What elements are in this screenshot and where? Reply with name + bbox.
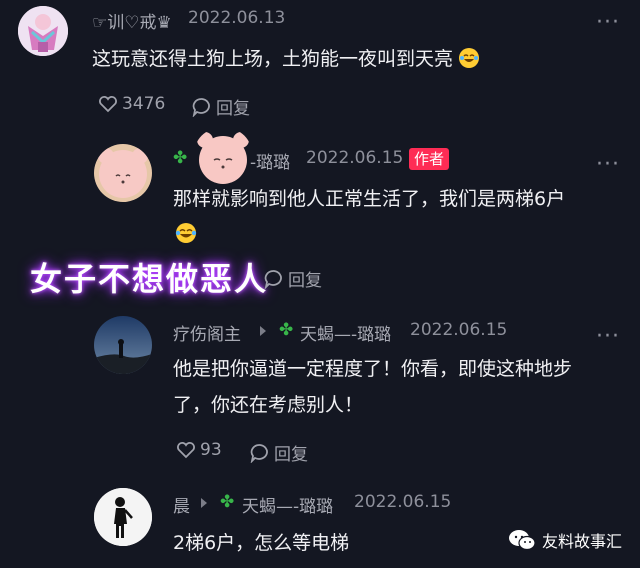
reply-label: 回复 [274, 445, 308, 465]
author-badge: 作者 [409, 148, 450, 170]
comment-date: 2022.06.13 [188, 8, 286, 28]
reply-button[interactable]: 回复 [250, 440, 308, 465]
reply-to-arrow-icon [260, 326, 266, 336]
comment-username[interactable]: 晨 [173, 492, 190, 517]
clover-icon: ✤ [220, 492, 235, 512]
reply-to-username[interactable]: 天蝎—-璐璐 [300, 320, 391, 345]
comment-username[interactable]: 疗伤阁主 [173, 320, 241, 345]
avatar[interactable] [94, 488, 152, 546]
avatar[interactable] [18, 6, 68, 56]
comment-text: 这玩意还得土狗上场，土狗能一夜叫到天亮 [92, 40, 480, 78]
clover-icon: ✤ [173, 148, 188, 168]
reply-button[interactable]: 回复 [264, 266, 322, 291]
more-options-icon[interactable]: ··· [596, 154, 620, 176]
comment-username[interactable]: ☞训♡戒♛ [92, 8, 172, 33]
reply-bubble-icon [264, 269, 282, 289]
reply-button[interactable]: 回复 [192, 94, 250, 119]
avatar[interactable] [94, 316, 152, 374]
reply-label: 回复 [288, 271, 322, 291]
comment-text: 那样就影响到他人正常生活了，我们是两梯6户 [173, 188, 566, 210]
reply-to-arrow-icon [201, 498, 207, 508]
reply-to-username[interactable]: 天蝎—-璐璐 [242, 492, 333, 517]
like-button[interactable]: 3476 [98, 94, 165, 114]
like-button[interactable]: 93 [176, 440, 222, 460]
crying-laughing-emoji-icon [175, 222, 197, 244]
reply-bubble-icon [192, 97, 210, 117]
heart-icon [177, 442, 195, 459]
like-count: 3476 [122, 94, 166, 114]
more-options-icon[interactable]: ··· [596, 326, 620, 348]
comment-text: 他是把你逼道一定程度了！你看，即使这种地步 [173, 358, 573, 380]
crying-laughing-emoji-icon [459, 48, 480, 68]
heart-icon [99, 96, 117, 113]
comment-text: 2梯6户，怎么等电梯 [173, 532, 350, 554]
watermark: 友料故事汇 [508, 528, 622, 552]
comment-text: 了，你还在考虑别人！ [173, 394, 364, 416]
watermark-text: 友料故事汇 [542, 532, 623, 551]
more-options-icon[interactable]: ··· [596, 12, 620, 34]
comment-date: 2022.06.15 [410, 320, 508, 340]
comment-text-body: 这玩意还得土狗上场，土狗能一夜叫到天亮 [92, 48, 454, 70]
username-sticker [194, 128, 252, 186]
reply-bubble-icon [250, 443, 268, 463]
overlay-caption: 女子不想做恶人 [30, 260, 269, 298]
wechat-icon [509, 530, 536, 551]
comment-username[interactable]: -璐璐 [250, 148, 290, 173]
avatar[interactable] [94, 144, 152, 202]
comment-date: 2022.06.15 [306, 148, 404, 168]
comment-date: 2022.06.15 [354, 492, 452, 512]
reply-label: 回复 [216, 99, 250, 119]
clover-icon: ✤ [279, 320, 294, 340]
like-count: 93 [200, 440, 222, 460]
